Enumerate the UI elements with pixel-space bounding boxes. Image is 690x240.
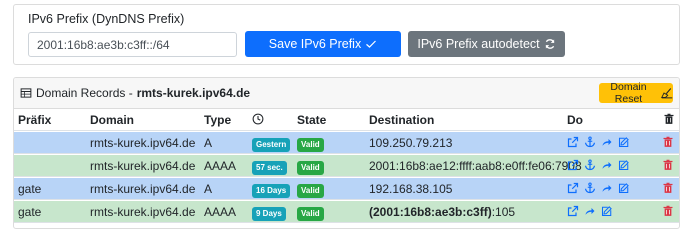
row-type: AAAA xyxy=(204,205,237,219)
prefix-card: IPv6 Prefix (DynDNS Prefix) Save IPv6 Pr… xyxy=(13,4,680,65)
share-icon[interactable] xyxy=(601,181,613,195)
edit-icon[interactable] xyxy=(618,181,630,195)
edit-icon[interactable] xyxy=(618,135,630,149)
prefix-input[interactable] xyxy=(28,32,237,57)
col-domain-header: Domain xyxy=(90,113,135,127)
prefix-label: IPv6 Prefix (DynDNS Prefix) xyxy=(28,12,185,26)
age-badge: 16 Days xyxy=(252,184,291,198)
trash-header-icon xyxy=(663,113,675,125)
state-badge: Valid xyxy=(297,161,324,175)
domain-reset-button[interactable]: Domain Reset xyxy=(599,81,673,105)
row-destination-value: 192.168.38.105 xyxy=(369,182,453,196)
col-prefix-header: Präfix xyxy=(18,113,52,127)
row-destination-prefix: (2001:16b8:ae3b:c3ff) xyxy=(369,205,492,219)
row-destination-value: 2001:16b8:ae12:ffff:aab8:e0ff:fe06:7908 xyxy=(369,159,582,173)
age-badge: 9 Days xyxy=(252,207,286,221)
state-badge: Valid xyxy=(297,138,324,152)
col-state-header: State xyxy=(297,113,327,127)
row-destination: 192.168.38.105 xyxy=(369,182,452,196)
external-link-icon[interactable] xyxy=(567,135,579,149)
row-destination: (2001:16b8:ae3b:c3ff):105 xyxy=(369,205,515,219)
state-badge: Valid xyxy=(297,207,324,221)
edit-icon[interactable] xyxy=(601,204,613,218)
anchor-icon[interactable] xyxy=(584,158,596,172)
share-icon[interactable] xyxy=(584,204,596,218)
table-icon xyxy=(20,86,32,100)
table-row: gate rmts-kurek.ipv64.de AAAA 9 Days Val… xyxy=(14,201,679,223)
row-type: A xyxy=(204,136,213,150)
save-prefix-button[interactable]: Save IPv6 Prefix xyxy=(245,31,401,57)
records-title-text: Domain Records - xyxy=(36,86,133,100)
records-header: Domain Records - rmts-kurek.ipv64.de Dom… xyxy=(14,78,679,109)
row-type: AAAA xyxy=(204,159,237,173)
autodetect-prefix-button[interactable]: IPv6 Prefix autodetect xyxy=(408,31,565,57)
anchor-icon[interactable] xyxy=(584,181,596,195)
row-actions xyxy=(567,135,630,149)
share-icon[interactable] xyxy=(601,158,613,172)
row-actions xyxy=(567,158,630,172)
col-destination-header: Destination xyxy=(369,113,435,127)
age-badge: Gestern xyxy=(252,138,291,152)
broom-icon xyxy=(661,86,673,100)
row-destination: 2001:16b8:ae12:ffff:aab8:e0ff:fe06:7908 xyxy=(369,159,582,173)
row-domain: rmts-kurek.ipv64.de xyxy=(90,205,196,219)
external-link-icon[interactable] xyxy=(567,181,579,195)
autodetect-prefix-label: IPv6 Prefix autodetect xyxy=(417,37,540,51)
col-do-header: Do xyxy=(567,113,583,127)
row-domain: rmts-kurek.ipv64.de xyxy=(90,136,196,150)
table-header-row: Präfix Domain Type State Destination Do xyxy=(14,109,679,131)
col-type-header: Type xyxy=(204,113,232,127)
row-prefix: gate xyxy=(18,182,42,196)
external-link-icon[interactable] xyxy=(567,204,579,218)
domain-records-card: Domain Records - rmts-kurek.ipv64.de Dom… xyxy=(13,77,680,229)
row-actions xyxy=(567,204,613,218)
delete-icon[interactable] xyxy=(662,135,674,149)
row-prefix: gate xyxy=(18,205,42,219)
delete-icon[interactable] xyxy=(662,181,674,195)
row-destination-value: :105 xyxy=(491,205,516,219)
row-destination: 109.250.79.213 xyxy=(369,136,452,150)
row-actions xyxy=(567,181,630,195)
row-domain: rmts-kurek.ipv64.de xyxy=(90,159,196,173)
save-prefix-label: Save IPv6 Prefix xyxy=(268,37,362,51)
table-row: rmts-kurek.ipv64.de A Gestern Valid 109.… xyxy=(14,132,679,154)
age-badge: 57 sec. xyxy=(252,161,287,175)
anchor-icon[interactable] xyxy=(584,135,596,149)
delete-icon[interactable] xyxy=(662,158,674,172)
row-domain: rmts-kurek.ipv64.de xyxy=(90,182,196,196)
domain-reset-label: Domain Reset xyxy=(610,81,647,105)
refresh-icon xyxy=(544,37,556,51)
records-title-domain: rmts-kurek.ipv64.de xyxy=(136,86,251,100)
check-icon xyxy=(365,37,377,51)
state-badge: Valid xyxy=(297,184,324,198)
row-type: A xyxy=(204,182,213,196)
share-icon[interactable] xyxy=(601,135,613,149)
delete-icon[interactable] xyxy=(662,204,674,218)
table-row: gate rmts-kurek.ipv64.de A 16 Days Valid… xyxy=(14,178,679,200)
edit-icon[interactable] xyxy=(618,158,630,172)
row-destination-value: 109.250.79.213 xyxy=(369,136,453,150)
records-title: Domain Records - rmts-kurek.ipv64.de xyxy=(20,86,250,100)
clock-icon xyxy=(252,113,264,125)
table-row: rmts-kurek.ipv64.de AAAA 57 sec. Valid 2… xyxy=(14,155,679,177)
external-link-icon[interactable] xyxy=(567,158,579,172)
